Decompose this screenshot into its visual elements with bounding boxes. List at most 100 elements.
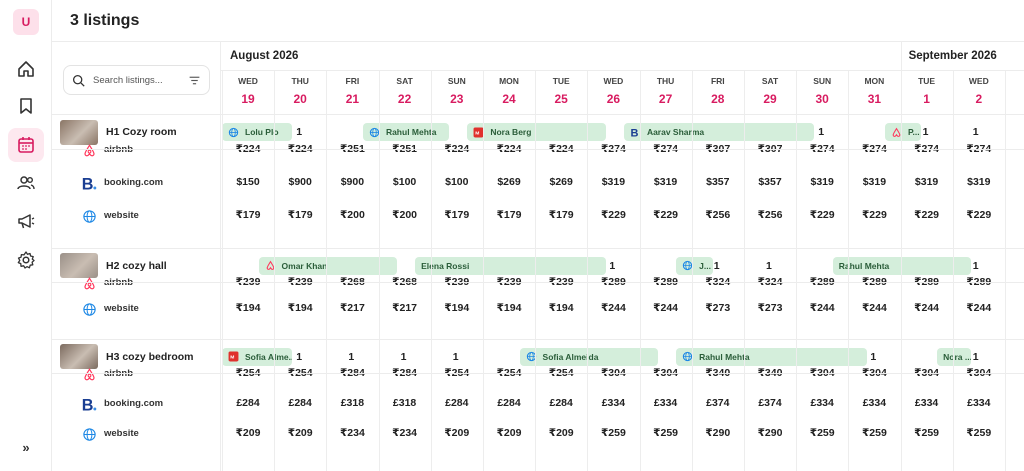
- price-cell[interactable]: ₹209: [483, 427, 535, 439]
- price-cell[interactable]: $319: [640, 176, 692, 188]
- price-cell[interactable]: ₹209: [274, 427, 326, 439]
- booking-bar[interactable]: M Nora Berg: [467, 123, 606, 141]
- search-box[interactable]: [63, 65, 210, 95]
- price-cell[interactable]: ₹179: [431, 209, 483, 221]
- price-cell[interactable]: £374: [692, 397, 744, 409]
- price-cell[interactable]: ₹209: [431, 427, 483, 439]
- price-cell[interactable]: ₹244: [796, 302, 848, 314]
- booking-bar[interactable]: J...: [676, 256, 713, 275]
- price-cell[interactable]: ₹290: [692, 427, 744, 439]
- price-cell[interactable]: ₹229: [587, 209, 639, 221]
- price-cell[interactable]: £284: [274, 397, 326, 409]
- booking-bar[interactable]: Nora ...: [937, 347, 972, 366]
- price-cell[interactable]: ₹273: [692, 302, 744, 314]
- nav-megaphone-button[interactable]: [8, 204, 44, 238]
- listing-name[interactable]: H1 Cozy room: [106, 126, 177, 138]
- filter-icon[interactable]: [188, 74, 201, 87]
- nav-gear-button[interactable]: [8, 243, 44, 277]
- price-cell[interactable]: ₹259: [796, 427, 848, 439]
- booking-bar[interactable]: M Sofia Alme...: [222, 347, 293, 366]
- nav-home-button[interactable]: [8, 52, 44, 86]
- expand-sidebar-button[interactable]: »: [0, 440, 52, 460]
- booking-bar[interactable]: Rahul Mehta: [362, 123, 450, 141]
- price-cell[interactable]: £334: [901, 397, 953, 409]
- nav-users-button[interactable]: [8, 166, 44, 200]
- price-cell[interactable]: £284: [222, 397, 274, 409]
- price-cell[interactable]: ₹217: [326, 302, 378, 314]
- price-cell[interactable]: $900: [326, 176, 378, 188]
- price-cell[interactable]: £334: [640, 397, 692, 409]
- price-cell[interactable]: ₹194: [483, 302, 535, 314]
- price-cell[interactable]: ₹234: [326, 427, 378, 439]
- price-cell[interactable]: ₹179: [483, 209, 535, 221]
- price-cell[interactable]: $357: [692, 176, 744, 188]
- price-cell[interactable]: ₹209: [535, 427, 587, 439]
- nav-bookmark-button[interactable]: [8, 89, 44, 123]
- price-cell[interactable]: ₹209: [222, 427, 274, 439]
- price-cell[interactable]: $269: [535, 176, 587, 188]
- price-cell[interactable]: £334: [953, 397, 1005, 409]
- price-cell[interactable]: ₹244: [640, 302, 692, 314]
- price-cell[interactable]: ₹194: [222, 302, 274, 314]
- price-cell[interactable]: $357: [744, 176, 796, 188]
- price-cell[interactable]: £284: [431, 397, 483, 409]
- booking-bar[interactable]: B Aarav Sharma: [623, 123, 815, 141]
- price-cell[interactable]: ₹229: [901, 209, 953, 221]
- listing-name[interactable]: H2 cozy hall: [106, 260, 167, 272]
- price-cell[interactable]: ₹256: [692, 209, 744, 221]
- price-cell[interactable]: £284: [483, 397, 535, 409]
- price-cell[interactable]: $319: [901, 176, 953, 188]
- price-cell[interactable]: ₹259: [587, 427, 639, 439]
- price-cell[interactable]: $269: [483, 176, 535, 188]
- booking-bar[interactable]: P...: [884, 123, 922, 141]
- price-cell[interactable]: ₹200: [379, 209, 431, 221]
- booking-bar[interactable]: Elena Rossi: [415, 256, 606, 275]
- price-cell[interactable]: $100: [379, 176, 431, 188]
- price-cell[interactable]: $319: [796, 176, 848, 188]
- price-cell[interactable]: ₹244: [587, 302, 639, 314]
- price-cell[interactable]: ₹259: [901, 427, 953, 439]
- nav-calendar-button[interactable]: [8, 128, 44, 162]
- price-cell[interactable]: ₹259: [848, 427, 900, 439]
- price-cell[interactable]: ₹217: [379, 302, 431, 314]
- price-cell[interactable]: £374: [744, 397, 796, 409]
- price-cell[interactable]: $900: [274, 176, 326, 188]
- price-cell[interactable]: ₹259: [640, 427, 692, 439]
- price-cell[interactable]: ₹273: [744, 302, 796, 314]
- price-cell[interactable]: £334: [796, 397, 848, 409]
- price-cell[interactable]: ₹244: [953, 302, 1005, 314]
- price-cell[interactable]: £334: [587, 397, 639, 409]
- price-cell[interactable]: ₹229: [953, 209, 1005, 221]
- price-cell[interactable]: ₹290: [744, 427, 796, 439]
- price-cell[interactable]: ₹256: [744, 209, 796, 221]
- price-cell[interactable]: $319: [953, 176, 1005, 188]
- price-cell[interactable]: ₹229: [640, 209, 692, 221]
- listing-name[interactable]: H3 cozy bedroom: [106, 351, 194, 363]
- booking-bar[interactable]: Omar Khan: [258, 256, 397, 275]
- price-cell[interactable]: $319: [848, 176, 900, 188]
- price-cell[interactable]: ₹179: [222, 209, 274, 221]
- price-cell[interactable]: $319: [587, 176, 639, 188]
- price-cell[interactable]: $100: [431, 176, 483, 188]
- price-cell[interactable]: ₹194: [535, 302, 587, 314]
- avatar[interactable]: U: [13, 9, 39, 35]
- price-cell[interactable]: ₹194: [274, 302, 326, 314]
- booking-bar[interactable]: Lolu Plo: [222, 123, 293, 141]
- booking-bar[interactable]: Rahul Mehta: [676, 347, 867, 366]
- booking-bar[interactable]: Rahul Mehta: [832, 256, 972, 275]
- price-cell[interactable]: ₹194: [431, 302, 483, 314]
- search-input[interactable]: [93, 74, 183, 86]
- price-cell[interactable]: ₹259: [953, 427, 1005, 439]
- price-cell[interactable]: ₹179: [274, 209, 326, 221]
- price-cell[interactable]: ₹229: [848, 209, 900, 221]
- price-cell[interactable]: £284: [535, 397, 587, 409]
- price-cell[interactable]: £318: [379, 397, 431, 409]
- price-cell[interactable]: £318: [326, 397, 378, 409]
- price-cell[interactable]: ₹244: [848, 302, 900, 314]
- price-cell[interactable]: ₹244: [901, 302, 953, 314]
- booking-bar[interactable]: Sofia Almeida: [519, 347, 658, 366]
- price-cell[interactable]: ₹200: [326, 209, 378, 221]
- price-cell[interactable]: $150: [222, 176, 274, 188]
- price-cell[interactable]: ₹229: [796, 209, 848, 221]
- price-cell[interactable]: ₹179: [535, 209, 587, 221]
